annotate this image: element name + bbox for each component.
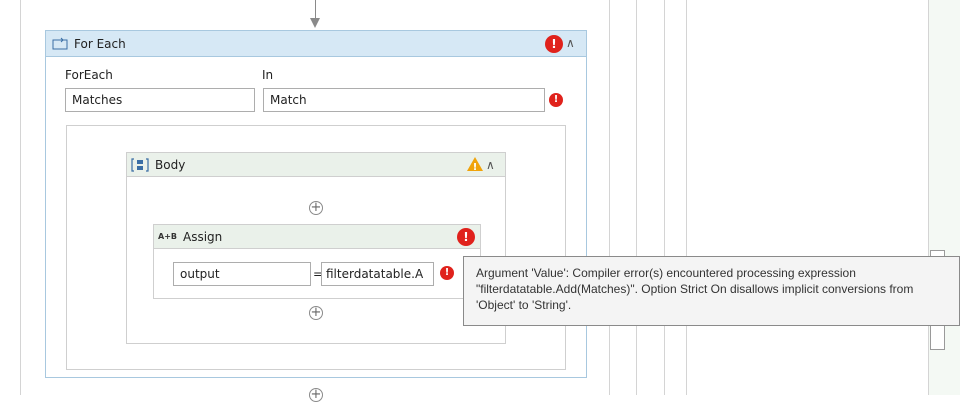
sequence-icon: [131, 157, 149, 172]
body-title: Body: [155, 157, 186, 172]
canvas-divider-4: [686, 0, 687, 395]
body-collapse-icon[interactable]: ∧: [486, 158, 495, 172]
body-warning-glyph: !: [473, 162, 478, 172]
assign-title: Assign: [183, 229, 223, 244]
add-activity-next-icon[interactable]: +: [309, 388, 323, 402]
assign-value-error-icon[interactable]: !: [440, 266, 454, 280]
add-activity-bottom-icon[interactable]: +: [309, 306, 323, 320]
foreach-header[interactable]: For Each: [46, 31, 586, 57]
flow-arrow-icon: [310, 18, 320, 28]
assign-icon: A+B: [158, 232, 177, 241]
assign-to-field[interactable]: output: [173, 262, 311, 286]
assign-error-icon[interactable]: !: [457, 228, 475, 246]
add-activity-top-icon[interactable]: +: [309, 201, 323, 215]
in-collection-field[interactable]: Match: [263, 88, 545, 112]
canvas-divider-1: [609, 0, 610, 395]
canvas-divider-2: [636, 0, 637, 395]
flow-connector: [315, 0, 316, 20]
in-field-error-icon[interactable]: !: [549, 93, 563, 107]
canvas-left-divider: [20, 0, 21, 395]
foreach-collapse-icon[interactable]: ∧: [566, 36, 575, 50]
error-tooltip-text: Argument 'Value': Compiler error(s) enco…: [476, 266, 914, 312]
foreach-label: ForEach: [65, 68, 113, 82]
foreach-title: For Each: [74, 36, 126, 51]
assign-value-field[interactable]: filterdatatable.A: [321, 262, 434, 286]
body-header[interactable]: Body: [127, 153, 505, 177]
foreach-error-icon[interactable]: !: [545, 35, 563, 53]
assign-header[interactable]: A+B Assign: [154, 225, 480, 249]
foreach-variable-field[interactable]: Matches: [65, 88, 255, 112]
in-label: In: [262, 68, 274, 82]
canvas-divider-3: [664, 0, 665, 395]
foreach-icon: [52, 37, 68, 50]
error-tooltip: Argument 'Value': Compiler error(s) enco…: [463, 256, 960, 326]
body-warning-icon[interactable]: !: [466, 156, 484, 172]
